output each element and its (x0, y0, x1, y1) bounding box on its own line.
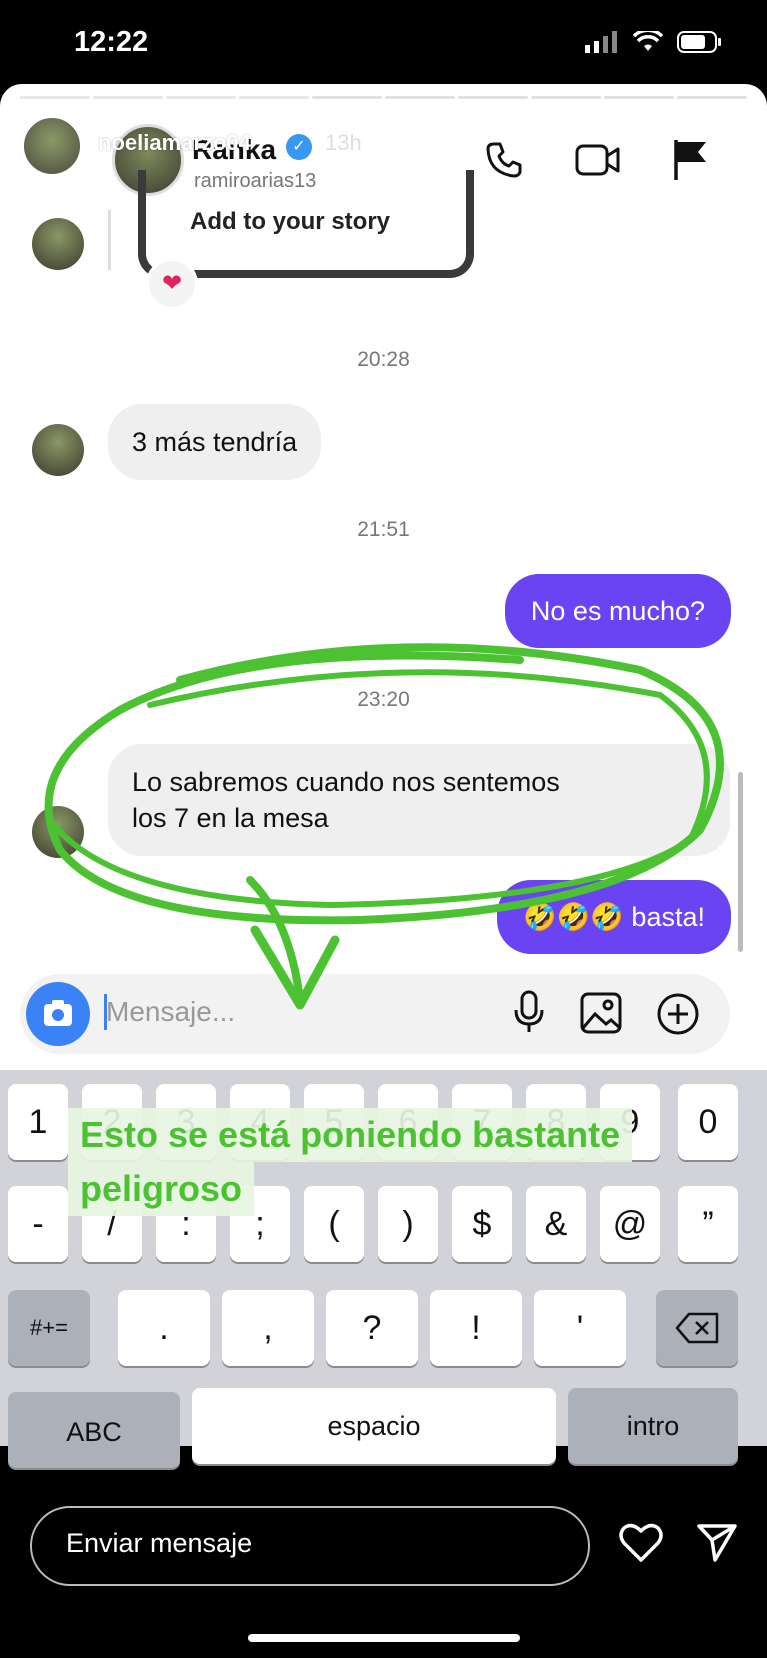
status-time: 12:22 (74, 26, 149, 58)
caption-line-1: Esto se está poniendo bastante (68, 1108, 633, 1162)
incoming-message[interactable]: 3 más tendría (108, 404, 322, 480)
wifi-icon (633, 31, 663, 51)
key-question[interactable]: ? (326, 1290, 418, 1366)
battery-icon (677, 31, 721, 53)
space-key[interactable]: espacio (192, 1388, 556, 1464)
key-minus[interactable]: - (8, 1186, 68, 1262)
key-exclamation[interactable]: ! (430, 1290, 522, 1366)
timestamp: 21:51 (357, 518, 410, 541)
phone-icon[interactable] (484, 140, 524, 180)
backspace-icon (675, 1312, 719, 1344)
story-author-username[interactable]: noeliamarzo04 (98, 130, 251, 156)
story-caption: Esto se está poniendo bastante peligroso (68, 1108, 633, 1216)
status-icons (585, 30, 723, 54)
home-indicator[interactable] (248, 1634, 520, 1642)
verified-icon: ✓ (286, 134, 312, 160)
shared-story-text: Add to your story (190, 208, 391, 235)
send-icon[interactable] (696, 1522, 738, 1564)
return-key[interactable]: intro (568, 1388, 738, 1464)
key-1[interactable]: 1 (8, 1084, 68, 1160)
key-comma[interactable]: , (222, 1290, 314, 1366)
key-abc[interactable]: ABC (8, 1392, 180, 1468)
story-reply-placeholder: Enviar mensaje (66, 1528, 253, 1558)
key-symbols[interactable]: #+= (8, 1290, 90, 1366)
video-call-icon[interactable] (574, 140, 622, 180)
key-quote[interactable]: ” (678, 1186, 738, 1262)
key-period[interactable]: . (118, 1290, 210, 1366)
hand-drawn-circle-annotation (44, 643, 724, 1010)
signal-icon (585, 31, 617, 53)
heart-reaction-icon: ❤ (146, 258, 198, 310)
key-apostrophe[interactable]: ' (534, 1290, 626, 1366)
story-post-time: 13h (325, 130, 362, 155)
story-author-avatar[interactable] (22, 116, 82, 176)
caption-line-2: peligroso (68, 1162, 255, 1216)
timestamp: 20:28 (357, 348, 410, 371)
story-more-button[interactable]: ••• (642, 126, 673, 154)
chat-avatar-small (32, 424, 84, 476)
chat-avatar-small (32, 218, 84, 270)
story-progress (20, 96, 747, 100)
flag-icon[interactable] (672, 138, 708, 182)
close-icon[interactable] (712, 118, 750, 156)
reply-line (108, 210, 111, 270)
key-0[interactable]: 0 (678, 1084, 738, 1160)
heart-icon[interactable] (618, 1522, 664, 1564)
backspace-key[interactable] (656, 1290, 738, 1366)
